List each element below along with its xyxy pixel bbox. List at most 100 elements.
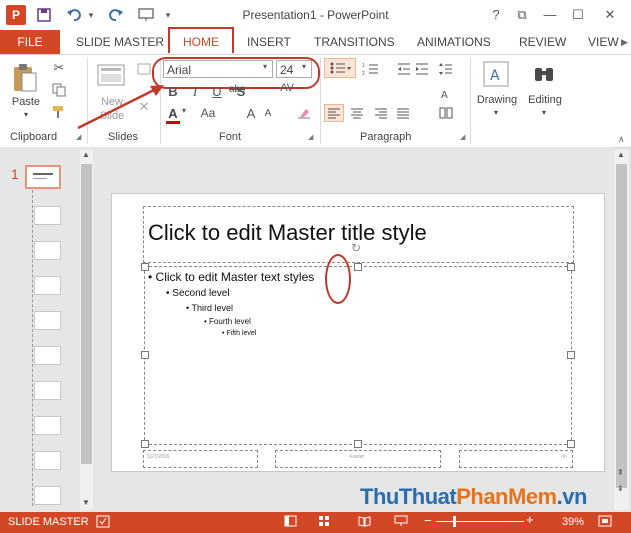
increase-font-size-button[interactable]: A bbox=[244, 106, 258, 121]
character-spacing-button[interactable]: AV bbox=[276, 82, 298, 94]
zoom-out-button[interactable]: − bbox=[424, 513, 432, 528]
editing-binoculars-icon[interactable] bbox=[532, 60, 556, 88]
tab-transitions[interactable]: TRANSITIONS bbox=[314, 35, 395, 49]
paragraph-launcher-icon[interactable]: ◢ bbox=[460, 133, 468, 141]
text-level-5: • Fifth level bbox=[222, 330, 256, 337]
drawing-icon[interactable]: A bbox=[482, 60, 510, 88]
resize-handle[interactable] bbox=[567, 263, 575, 271]
next-slide-icon[interactable]: ⇟ bbox=[617, 484, 624, 493]
text-level-3-label: Third level bbox=[191, 303, 234, 313]
change-case-button[interactable]: Aa bbox=[198, 106, 218, 120]
thumbnail-layout[interactable] bbox=[34, 206, 61, 225]
tab-view[interactable]: VIEW bbox=[588, 35, 619, 49]
drawing-button[interactable]: Drawing bbox=[472, 94, 522, 106]
resize-handle[interactable] bbox=[567, 351, 575, 359]
zoom-slider-thumb[interactable] bbox=[453, 516, 456, 527]
slide-sorter-icon[interactable] bbox=[318, 515, 332, 529]
close-icon[interactable]: ✕ bbox=[598, 6, 622, 24]
tab-file[interactable]: FILE bbox=[0, 30, 60, 54]
slide-scrollbar[interactable]: ▲ ⇞ ⇟ bbox=[614, 150, 629, 510]
zoom-in-button[interactable]: + bbox=[526, 512, 534, 527]
clear-formatting-icon[interactable] bbox=[296, 106, 312, 120]
numbering-icon[interactable]: 12 bbox=[360, 60, 386, 78]
text-shadow-button[interactable]: S bbox=[234, 84, 248, 99]
svg-text:A: A bbox=[490, 68, 500, 84]
thumbnail-layout[interactable] bbox=[34, 416, 61, 435]
scroll-up-icon[interactable]: ▲ bbox=[82, 150, 90, 159]
thumbnail-scroll-thumb[interactable] bbox=[81, 164, 92, 464]
justify-icon[interactable] bbox=[394, 104, 412, 122]
paste-button[interactable]: Paste bbox=[8, 96, 44, 108]
font-color-dropdown-icon[interactable]: ▾ bbox=[180, 106, 188, 115]
group-separator bbox=[470, 58, 471, 144]
bullets-button[interactable] bbox=[324, 58, 356, 78]
resize-handle[interactable] bbox=[141, 440, 149, 448]
reading-view-icon[interactable] bbox=[358, 515, 372, 529]
svg-text:2: 2 bbox=[362, 71, 365, 76]
text-level-4-label: Fourth level bbox=[209, 317, 251, 326]
decrease-font-size-button[interactable]: A bbox=[262, 108, 274, 119]
thumbnail-master[interactable] bbox=[25, 165, 61, 189]
align-right-icon[interactable] bbox=[372, 104, 390, 122]
thumbnail-scrollbar[interactable]: ▲ ▼ bbox=[80, 150, 93, 510]
collapse-ribbon-icon[interactable]: ∧ bbox=[618, 134, 628, 144]
zoom-level[interactable]: 39% bbox=[562, 516, 584, 528]
prev-slide-icon[interactable]: ⇞ bbox=[617, 468, 624, 477]
align-left-button[interactable] bbox=[324, 104, 344, 122]
maximize-icon[interactable]: ☐ bbox=[566, 6, 590, 24]
italic-button[interactable]: I bbox=[188, 84, 202, 100]
scroll-up-icon[interactable]: ▲ bbox=[617, 150, 625, 159]
scroll-down-icon[interactable]: ▼ bbox=[82, 498, 90, 507]
tab-scroll-right-icon[interactable]: ▶ bbox=[621, 37, 629, 49]
resize-handle[interactable] bbox=[354, 263, 362, 271]
text-direction-icon[interactable]: A bbox=[438, 84, 454, 102]
thumbnail-layout[interactable] bbox=[34, 241, 61, 260]
resize-handle[interactable] bbox=[354, 440, 362, 448]
cut-icon[interactable]: ✂ bbox=[50, 60, 68, 76]
thumbnail-layout[interactable] bbox=[34, 311, 61, 330]
layout-icon[interactable] bbox=[136, 62, 152, 76]
slideshow-view-icon[interactable] bbox=[394, 515, 410, 529]
rotate-handle-icon[interactable]: ↻ bbox=[351, 242, 363, 254]
selected-slide-number: 1 bbox=[11, 166, 19, 182]
tab-animations[interactable]: ANIMATIONS bbox=[417, 35, 491, 49]
zoom-slider-track[interactable] bbox=[436, 521, 524, 522]
editing-button[interactable]: Editing bbox=[522, 94, 568, 106]
thumbnail-layout[interactable] bbox=[34, 276, 61, 295]
group-separator bbox=[320, 58, 321, 144]
fit-slide-icon[interactable] bbox=[598, 515, 614, 529]
decrease-indent-icon[interactable] bbox=[396, 60, 412, 78]
spell-check-icon[interactable] bbox=[96, 515, 112, 529]
title-placeholder-text[interactable]: Click to edit Master title style bbox=[148, 220, 427, 246]
thumbnail-layout[interactable] bbox=[34, 451, 61, 470]
tab-slide-master[interactable]: SLIDE MASTER bbox=[76, 35, 164, 49]
thumbnail-layout[interactable] bbox=[34, 486, 61, 505]
editing-dropdown-icon[interactable]: ▾ bbox=[538, 108, 550, 117]
watermark-part-1: ThuThuat bbox=[360, 484, 457, 509]
resize-handle[interactable] bbox=[567, 440, 575, 448]
drawing-dropdown-icon[interactable]: ▾ bbox=[490, 108, 502, 117]
columns-icon[interactable] bbox=[438, 104, 454, 122]
slide-scroll-thumb[interactable] bbox=[616, 164, 627, 488]
underline-button[interactable]: U bbox=[210, 84, 224, 99]
font-launcher-icon[interactable]: ◢ bbox=[308, 133, 316, 141]
line-spacing-icon[interactable] bbox=[438, 60, 454, 78]
align-center-icon[interactable] bbox=[348, 104, 366, 122]
ribbon-display-icon[interactable]: ⧉ bbox=[510, 6, 534, 24]
paste-icon[interactable] bbox=[10, 62, 40, 94]
watermark-part-3: .vn bbox=[556, 484, 588, 509]
minimize-icon[interactable]: — bbox=[538, 6, 562, 24]
tab-review[interactable]: REVIEW bbox=[519, 35, 566, 49]
text-level-2-label: Second level bbox=[172, 288, 230, 299]
bullet: • bbox=[148, 270, 153, 284]
paste-dropdown-icon[interactable]: ▾ bbox=[20, 110, 32, 119]
thumbnail-layout[interactable] bbox=[34, 346, 61, 365]
tab-insert[interactable]: INSERT bbox=[247, 35, 291, 49]
help-icon[interactable]: ? bbox=[484, 6, 508, 24]
thumbnail-layout[interactable] bbox=[34, 381, 61, 400]
tab-home[interactable]: HOME bbox=[183, 35, 219, 49]
resize-handle[interactable] bbox=[141, 351, 149, 359]
increase-indent-icon[interactable] bbox=[414, 60, 430, 78]
window-title: Presentation1 - PowerPoint bbox=[242, 8, 389, 22]
normal-view-icon[interactable] bbox=[284, 515, 298, 529]
